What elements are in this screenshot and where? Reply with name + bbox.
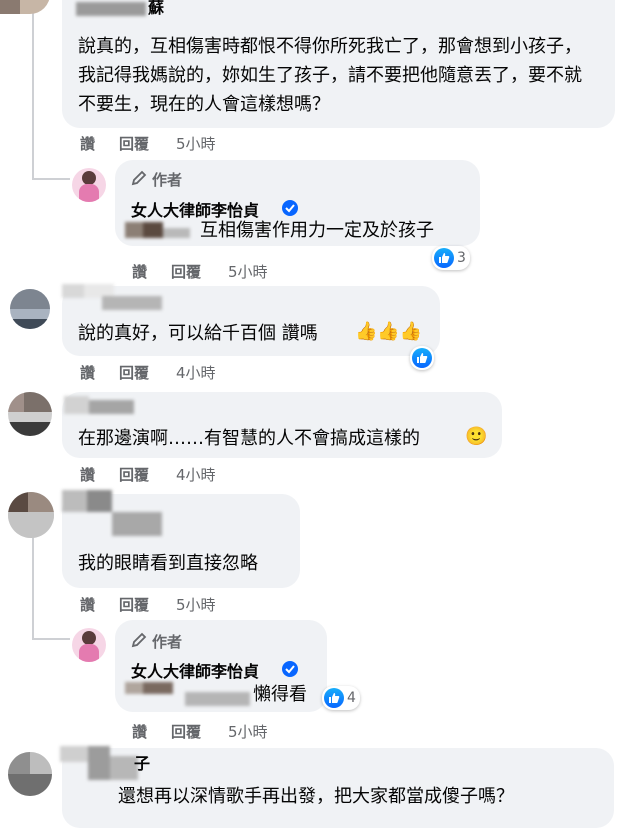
reply-time[interactable]: 5小時	[228, 261, 268, 282]
verified-badge-icon	[281, 199, 299, 217]
comment-text: 我的眼睛看到直接忽略	[78, 553, 258, 574]
reaction-count[interactable]: 4	[322, 686, 360, 710]
thread-line	[32, 532, 34, 640]
avatar[interactable]	[8, 752, 52, 796]
reply-time[interactable]: 5小時	[228, 721, 268, 742]
comment-time[interactable]: 4小時	[176, 362, 216, 383]
author-name[interactable]: 女人大律師李怡貞	[131, 658, 259, 682]
reaction-count-label: 3	[457, 250, 466, 266]
like-button[interactable]: 讚	[132, 261, 147, 282]
avatar[interactable]	[8, 392, 52, 436]
pencil-icon	[130, 169, 148, 187]
mention-blurred	[125, 222, 190, 238]
author-tag: 作者	[152, 171, 183, 189]
avatar[interactable]	[10, 289, 50, 329]
like-icon	[324, 688, 344, 708]
pencil-icon	[130, 631, 148, 649]
author-reply-bubble: 作者 女人大律師李怡貞 互相傷害作用力一定及於孩子	[115, 160, 480, 246]
author-reply-bubble: 作者 女人大律師李怡貞 懶得看	[115, 620, 327, 712]
comment-bubble: 我的眼睛看到直接忽略	[62, 490, 300, 588]
commenter-name-blurred	[76, 2, 146, 16]
author-avatar[interactable]	[72, 168, 106, 202]
like-button[interactable]: 讚	[132, 721, 147, 742]
like-button[interactable]: 讚	[80, 133, 95, 154]
author-tag: 作者	[152, 633, 183, 651]
comment-text: 在那邊演啊……有智慧的人不會搞成這樣的	[78, 428, 420, 449]
reply-button[interactable]: 回覆	[119, 464, 149, 485]
comment-time[interactable]: 5小時	[176, 594, 216, 615]
comment-bubble: 子 還想再以深情歌手再出發，把大家都當成傻子嗎？	[60, 746, 614, 828]
mention-blurred	[125, 682, 250, 706]
thumbs-up-emoji: 👍👍👍	[355, 321, 423, 342]
reply-button[interactable]: 回覆	[171, 261, 201, 282]
comment-time[interactable]: 4小時	[176, 464, 216, 485]
comment-bubble: 蘇 說真的，互相傷害時都恨不得你所死我亡了，那會想到小孩子，我記得我媽說的，妳如…	[62, 0, 615, 128]
comment-text: 說的真好，可以給千百個 讚嗎	[78, 323, 318, 344]
verified-badge-icon	[281, 660, 299, 678]
reply-button[interactable]: 回覆	[119, 594, 149, 615]
like-button[interactable]: 讚	[80, 594, 95, 615]
avatar[interactable]	[8, 492, 54, 538]
commenter-name-blurred	[62, 284, 162, 310]
thread-connector	[32, 638, 70, 640]
like-icon	[412, 348, 432, 368]
reaction-count[interactable]	[410, 346, 434, 370]
comment-time[interactable]: 5小時	[176, 133, 216, 154]
comment-bubble: 說的真好，可以給千百個 讚嗎 👍👍👍	[62, 284, 440, 356]
like-button[interactable]: 讚	[80, 464, 95, 485]
comment-text: 說真的，互相傷害時都恨不得你所死我亡了，那會想到小孩子，我記得我媽說的，妳如生了…	[78, 36, 582, 115]
commenter-name-blurred	[64, 396, 134, 414]
reply-button[interactable]: 回覆	[119, 362, 149, 383]
comment-bubble: 在那邊演啊……有智慧的人不會搞成這樣的 🙂	[62, 392, 502, 458]
reaction-count-label: 4	[347, 690, 356, 706]
reply-text: 懶得看	[253, 684, 307, 705]
author-avatar[interactable]	[72, 628, 106, 662]
thread-connector	[32, 178, 70, 180]
reply-text: 互相傷害作用力一定及於孩子	[200, 220, 434, 241]
smiley-emoji: 🙂	[465, 426, 488, 447]
reaction-count[interactable]: 3	[432, 246, 470, 270]
commenter-name[interactable]: 蘇	[148, 0, 164, 18]
commenter-name-blurred	[60, 746, 138, 780]
commenter-name-blurred	[62, 490, 162, 536]
avatar[interactable]	[0, 0, 50, 14]
thread-line	[32, 0, 34, 180]
reply-button[interactable]: 回覆	[171, 721, 201, 742]
like-button[interactable]: 讚	[80, 362, 95, 383]
commenter-name[interactable]: 子	[134, 750, 150, 774]
reply-button[interactable]: 回覆	[119, 133, 149, 154]
comment-text: 還想再以深情歌手再出發，把大家都當成傻子嗎？	[118, 786, 514, 807]
like-icon	[434, 248, 454, 268]
